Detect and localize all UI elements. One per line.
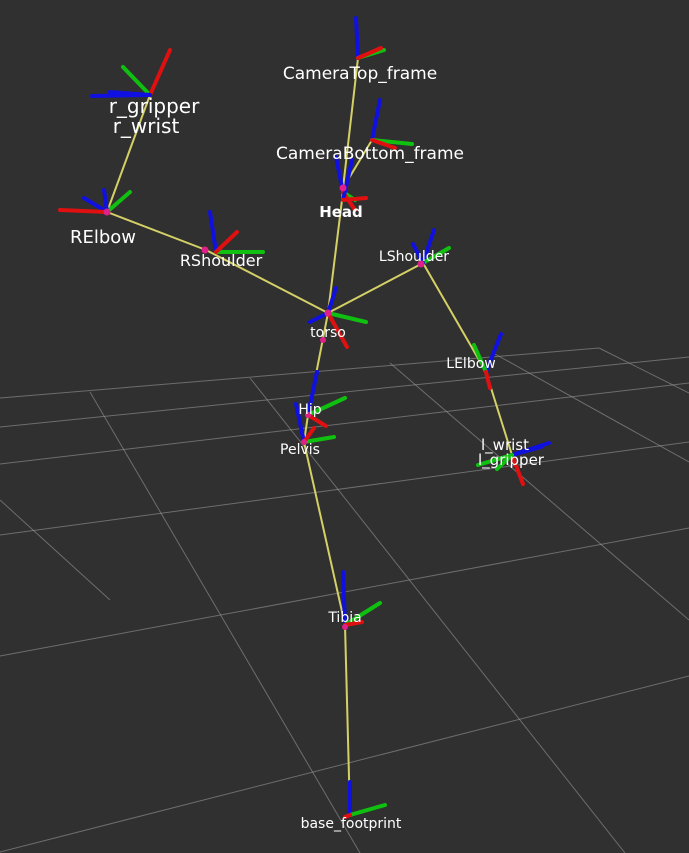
label-camera-top-frame[interactable]: CameraTop_frame — [283, 64, 437, 84]
label-pelvis[interactable]: Pelvis — [280, 442, 320, 458]
r-gripper-axes — [90, 48, 172, 98]
rviz-3d-viewport[interactable]: CameraTop_frame CameraBottom_frame Head … — [0, 0, 689, 853]
r-shoulder-axes — [208, 210, 265, 254]
label-r-shoulder[interactable]: RShoulder — [180, 251, 263, 270]
label-base-footprint[interactable]: base_footprint — [301, 816, 402, 832]
label-torso[interactable]: torso — [310, 325, 346, 341]
label-head[interactable]: Head — [319, 203, 363, 221]
tf-labels: CameraTop_frame CameraBottom_frame Head … — [70, 64, 545, 832]
label-l-shoulder[interactable]: LShoulder — [379, 249, 449, 265]
label-camera-bottom-frame[interactable]: CameraBottom_frame — [276, 144, 464, 164]
tf-scene[interactable]: CameraTop_frame CameraBottom_frame Head … — [0, 0, 689, 853]
base-footprint-axes — [343, 780, 387, 819]
label-tibia[interactable]: Tibia — [327, 610, 361, 626]
label-hip[interactable]: Hip — [298, 402, 321, 418]
label-r-wrist[interactable]: r_wrist — [113, 114, 180, 138]
camera-bottom-axes — [370, 98, 414, 150]
r-elbow-axes — [58, 188, 132, 214]
camera-top-axes — [354, 16, 386, 60]
label-l-gripper[interactable]: l_gripper — [478, 451, 545, 470]
label-l-elbow[interactable]: LElbow — [446, 356, 495, 372]
label-r-elbow[interactable]: RElbow — [70, 227, 136, 248]
